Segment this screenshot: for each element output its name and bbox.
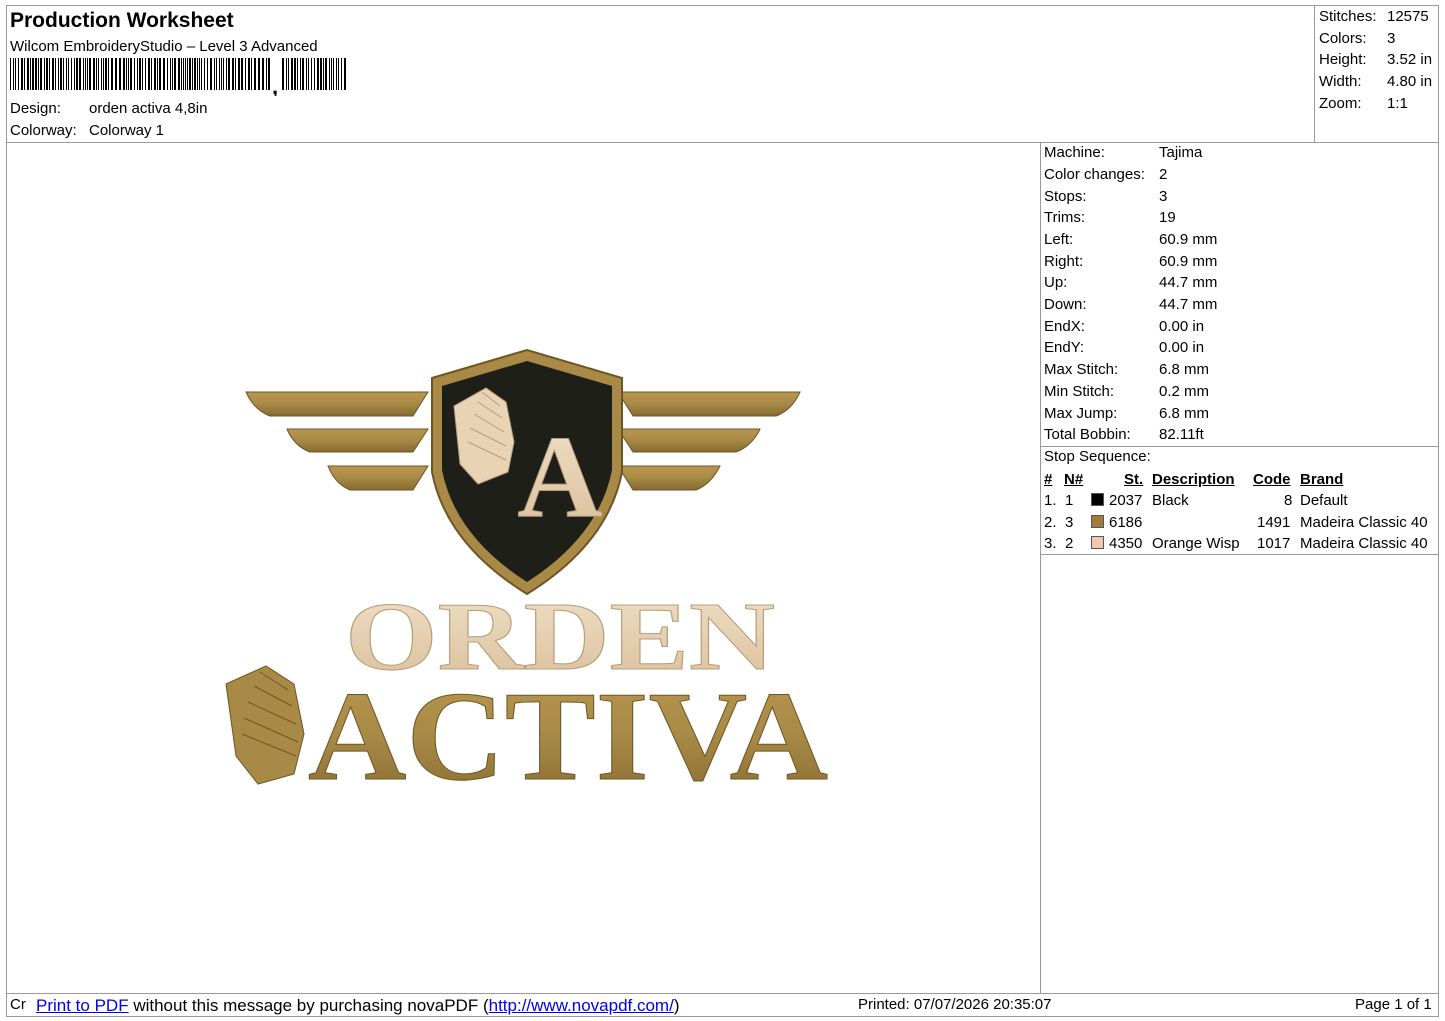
row-index: 1. bbox=[1044, 492, 1057, 509]
row-code: 8 bbox=[1284, 492, 1293, 509]
print-to-pdf-link[interactable]: Print to PDF bbox=[36, 996, 129, 1015]
col-header: N# bbox=[1064, 471, 1084, 488]
svg-text:,: , bbox=[272, 74, 278, 96]
info-value: Tajima bbox=[1159, 144, 1203, 161]
info-value: 60.9 mm bbox=[1159, 231, 1218, 248]
info-label: Down: bbox=[1044, 296, 1087, 313]
info-value: 82.11ft bbox=[1159, 426, 1204, 443]
row-stitches: 2037 bbox=[1109, 492, 1143, 509]
row-brand: Default bbox=[1300, 492, 1348, 509]
info-panel bbox=[1040, 142, 1439, 994]
summary-label: Height: bbox=[1319, 51, 1367, 68]
color-swatch bbox=[1091, 493, 1104, 506]
summary-label: Zoom: bbox=[1319, 95, 1362, 112]
info-label: Trims: bbox=[1044, 209, 1086, 226]
page-number: Page 1 of 1 bbox=[1355, 996, 1432, 1013]
colorway-value: Colorway 1 bbox=[89, 122, 165, 139]
info-label: EndY: bbox=[1044, 339, 1085, 356]
shield-letter: A bbox=[517, 411, 602, 542]
info-value: 0.2 mm bbox=[1159, 383, 1210, 400]
col-header: Description bbox=[1152, 471, 1235, 488]
divider bbox=[1040, 446, 1439, 447]
info-value: 2 bbox=[1159, 166, 1168, 183]
colorway-label: Colorway: bbox=[10, 122, 77, 139]
summary-value: 1:1 bbox=[1387, 95, 1408, 112]
info-value: 0.00 in bbox=[1159, 318, 1205, 335]
left-wing bbox=[245, 391, 429, 491]
summary-label: Width: bbox=[1319, 73, 1362, 90]
info-label: Up: bbox=[1044, 274, 1068, 291]
info-value: 44.7 mm bbox=[1159, 274, 1218, 291]
row-needle: 1 bbox=[1065, 492, 1074, 509]
info-label: Machine: bbox=[1044, 144, 1105, 161]
shield-emblem: A bbox=[431, 348, 623, 596]
info-label: Max Jump: bbox=[1044, 405, 1118, 422]
footer-close: ) bbox=[673, 996, 680, 1015]
summary-value: 12575 bbox=[1387, 8, 1429, 25]
summary-value: 4.80 in bbox=[1387, 73, 1433, 90]
color-swatch bbox=[1091, 515, 1104, 528]
info-value: 0.00 in bbox=[1159, 339, 1205, 356]
info-value: 60.9 mm bbox=[1159, 253, 1218, 270]
row-index: 2. bbox=[1044, 514, 1057, 531]
summary-label: Colors: bbox=[1319, 30, 1367, 47]
software-name: Wilcom EmbroideryStudio – Level 3 Advanc… bbox=[10, 38, 318, 55]
novapdf-url-link[interactable]: http://www.novapdf.com/ bbox=[489, 996, 674, 1015]
row-stitches: 4350 bbox=[1109, 535, 1143, 552]
info-value: 44.7 mm bbox=[1159, 296, 1218, 313]
color-swatch bbox=[1091, 536, 1104, 549]
divider bbox=[1040, 554, 1439, 555]
row-stitches: 6186 bbox=[1109, 514, 1143, 531]
col-header: Code bbox=[1253, 471, 1291, 488]
info-label: Color changes: bbox=[1044, 166, 1145, 183]
accordion-icon bbox=[225, 665, 305, 785]
row-brand: Madeira Classic 40 bbox=[1300, 535, 1428, 552]
summary-value: 3.52 in bbox=[1387, 51, 1433, 68]
right-wing bbox=[617, 391, 801, 491]
info-label: Total Bobbin: bbox=[1044, 426, 1131, 443]
footer-text: without this message by purchasing novaP… bbox=[128, 996, 489, 1015]
row-needle: 2 bbox=[1065, 535, 1074, 552]
barcode: , bbox=[10, 58, 346, 96]
row-needle: 3 bbox=[1065, 514, 1074, 531]
info-label: EndX: bbox=[1044, 318, 1085, 335]
row-description: Orange Wisp bbox=[1152, 535, 1240, 552]
row-brand: Madeira Classic 40 bbox=[1300, 514, 1428, 531]
col-header: St. bbox=[1124, 471, 1144, 488]
row-index: 3. bbox=[1044, 535, 1057, 552]
info-label: Max Stitch: bbox=[1044, 361, 1119, 378]
info-value: 6.8 mm bbox=[1159, 361, 1210, 378]
footer-message: Print to PDF without this message by pur… bbox=[36, 996, 679, 1016]
printed-timestamp: Printed: 07/07/2026 20:35:07 bbox=[858, 996, 1052, 1013]
info-label: Min Stitch: bbox=[1044, 383, 1115, 400]
page-title: Production Worksheet bbox=[10, 9, 234, 32]
row-code: 1491 bbox=[1257, 514, 1291, 531]
design-label: Design: bbox=[10, 100, 61, 117]
info-label: Right: bbox=[1044, 253, 1084, 270]
row-code: 1017 bbox=[1257, 535, 1291, 552]
design-value: orden activa 4,8in bbox=[89, 100, 208, 117]
info-label: Stops: bbox=[1044, 188, 1087, 205]
row-description: Black bbox=[1152, 492, 1189, 509]
info-value: 3 bbox=[1159, 188, 1168, 205]
summary-label: Stitches: bbox=[1319, 8, 1377, 25]
summary-value: 3 bbox=[1387, 30, 1396, 47]
info-label: Left: bbox=[1044, 231, 1074, 248]
design-line-2: ACTIVA bbox=[308, 665, 828, 807]
col-header: # bbox=[1044, 471, 1053, 488]
col-header: Brand bbox=[1300, 471, 1344, 488]
info-value: 19 bbox=[1159, 209, 1176, 226]
info-value: 6.8 mm bbox=[1159, 405, 1210, 422]
embroidery-design: A ORDEN ACTIVA bbox=[225, 348, 829, 808]
stop-sequence-title: Stop Sequence: bbox=[1044, 448, 1151, 465]
footer-prefix: Cr bbox=[10, 996, 26, 1013]
